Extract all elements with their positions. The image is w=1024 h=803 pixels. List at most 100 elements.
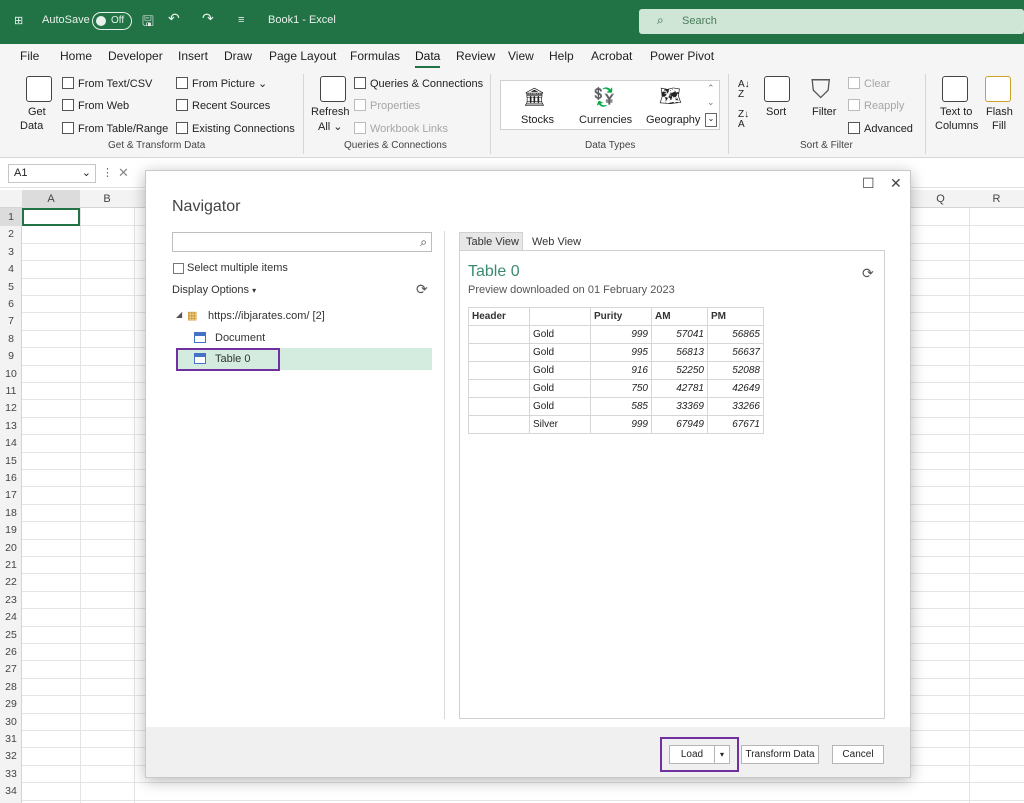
row-header[interactable]: 8 [0, 333, 22, 345]
tab-draw[interactable]: Draw [224, 49, 252, 63]
row-header[interactable]: 4 [0, 263, 22, 275]
transform-data-button[interactable]: Transform Data [741, 745, 819, 764]
row-header[interactable]: 12 [0, 402, 22, 414]
column-header-r[interactable]: R [969, 193, 1024, 205]
sort-button[interactable]: Sort [766, 106, 786, 118]
pane-divider[interactable] [444, 231, 445, 719]
get-data-button-label2[interactable]: Data [20, 120, 43, 132]
row-header[interactable]: 6 [0, 298, 22, 310]
filter-button[interactable]: Filter [812, 106, 836, 118]
text-to-columns-button[interactable]: Text to [940, 106, 972, 118]
row-header[interactable]: 33 [0, 768, 22, 780]
row-header[interactable]: 20 [0, 542, 22, 554]
refresh-all-button[interactable]: Refresh [311, 106, 350, 118]
row-header[interactable]: 13 [0, 420, 22, 432]
row-header[interactable]: 18 [0, 507, 22, 519]
properties-button[interactable]: Properties [354, 99, 420, 112]
row-header[interactable]: 22 [0, 576, 22, 588]
tree-item-document[interactable]: Document [215, 332, 265, 344]
row-header[interactable]: 7 [0, 315, 22, 327]
row-header[interactable]: 30 [0, 716, 22, 728]
row-header[interactable]: 16 [0, 472, 22, 484]
row-header[interactable]: 9 [0, 350, 22, 362]
geography-button[interactable]: Geography [646, 114, 700, 126]
advanced-button[interactable]: Advanced [848, 122, 913, 135]
column-header-b[interactable]: B [80, 193, 134, 205]
row-header[interactable]: 3 [0, 246, 22, 258]
row-header[interactable]: 1 [0, 208, 22, 226]
refresh-all-label2[interactable]: All ⌄ [318, 120, 343, 133]
sort-az-icon[interactable]: A↓ Z [738, 80, 750, 100]
tab-developer[interactable]: Developer [108, 49, 163, 63]
cancel-formula-icon[interactable]: ✕ [118, 165, 129, 181]
row-header[interactable]: 25 [0, 629, 22, 641]
load-button[interactable]: Load [669, 745, 715, 764]
refresh-preview-icon[interactable]: ⟳ [416, 281, 428, 298]
recent-sources-button[interactable]: Recent Sources [176, 99, 270, 112]
row-header[interactable]: 17 [0, 489, 22, 501]
tab-acrobat[interactable]: Acrobat [591, 49, 632, 63]
column-header-q[interactable]: Q [912, 193, 969, 205]
from-text-csv-button[interactable]: From Text/CSV [62, 77, 152, 90]
tree-item-table-0[interactable]: Table 0 [215, 353, 250, 365]
row-header[interactable]: 29 [0, 698, 22, 710]
stocks-button[interactable]: Stocks [521, 114, 554, 126]
row-header[interactable]: 31 [0, 733, 22, 745]
row-header[interactable]: 10 [0, 368, 22, 380]
row-header[interactable]: 11 [0, 385, 22, 397]
expand-collapse-icon[interactable]: ◢ [176, 310, 182, 319]
row-header[interactable]: 23 [0, 594, 22, 606]
load-dropdown-button[interactable]: ▾ [714, 745, 730, 764]
tab-insert[interactable]: Insert [178, 49, 208, 63]
reapply-button[interactable]: Reapply [848, 99, 904, 112]
tab-power-pivot[interactable]: Power Pivot [650, 49, 714, 63]
row-header[interactable]: 21 [0, 559, 22, 571]
row-header[interactable]: 34 [0, 785, 22, 797]
cancel-button[interactable]: Cancel [832, 745, 884, 764]
existing-connections-button[interactable]: Existing Connections [176, 122, 295, 135]
from-web-button[interactable]: From Web [62, 99, 129, 112]
row-header[interactable]: 2 [0, 228, 22, 240]
display-options-dropdown[interactable]: Display Options ▾ [172, 284, 256, 296]
flash-fill-label2[interactable]: Fill [992, 120, 1006, 132]
row-header[interactable]: 24 [0, 611, 22, 623]
save-icon[interactable]: 🖫 [142, 11, 154, 35]
row-header[interactable]: 15 [0, 455, 22, 467]
tab-web-view[interactable]: Web View [532, 236, 581, 248]
gallery-scroll-down-icon[interactable]: ⌄ [707, 97, 715, 108]
tab-home[interactable]: Home [60, 49, 92, 63]
select-multiple-checkbox[interactable] [173, 263, 184, 274]
gallery-more-icon[interactable]: ⌄ [705, 113, 717, 127]
close-icon[interactable]: ✕ [890, 175, 902, 192]
currencies-button[interactable]: Currencies [579, 114, 632, 126]
get-data-button[interactable]: Get [28, 106, 46, 118]
customize-qat-icon[interactable]: ≡ [238, 14, 244, 26]
selected-cell-a1[interactable] [22, 208, 80, 226]
tab-page-layout[interactable]: Page Layout [269, 49, 336, 63]
from-table-range-button[interactable]: From Table/Range [62, 122, 168, 135]
name-box[interactable]: A1 ⌄ [8, 164, 96, 183]
refresh-preview-icon[interactable]: ⟳ [862, 265, 874, 282]
row-header[interactable]: 32 [0, 750, 22, 762]
undo-icon[interactable]: ↶ [168, 10, 180, 27]
clear-button[interactable]: Clear [848, 77, 890, 90]
tab-review[interactable]: Review [456, 49, 495, 63]
tab-file[interactable]: File [20, 49, 39, 63]
tab-view[interactable]: View [508, 49, 534, 63]
column-header-a[interactable]: A [22, 190, 80, 208]
text-to-columns-label2[interactable]: Columns [935, 120, 978, 132]
sort-za-icon[interactable]: Z↓ A [738, 110, 749, 130]
queries-connections-button[interactable]: Queries & Connections [354, 77, 483, 90]
autosave-toggle[interactable]: Off [92, 12, 132, 30]
tab-formulas[interactable]: Formulas [350, 49, 400, 63]
from-picture-button[interactable]: From Picture ⌄ [176, 77, 267, 90]
flash-fill-button[interactable]: Flash [986, 106, 1013, 118]
workbook-links-button[interactable]: Workbook Links [354, 122, 448, 135]
maximize-icon[interactable]: ☐ [862, 175, 875, 192]
row-header[interactable]: 28 [0, 681, 22, 693]
row-header[interactable]: 26 [0, 646, 22, 658]
gallery-scroll-up-icon[interactable]: ⌃ [707, 83, 715, 94]
redo-icon[interactable]: ↷ [202, 10, 214, 27]
tab-table-view[interactable]: Table View [459, 232, 523, 251]
row-header[interactable]: 27 [0, 663, 22, 675]
